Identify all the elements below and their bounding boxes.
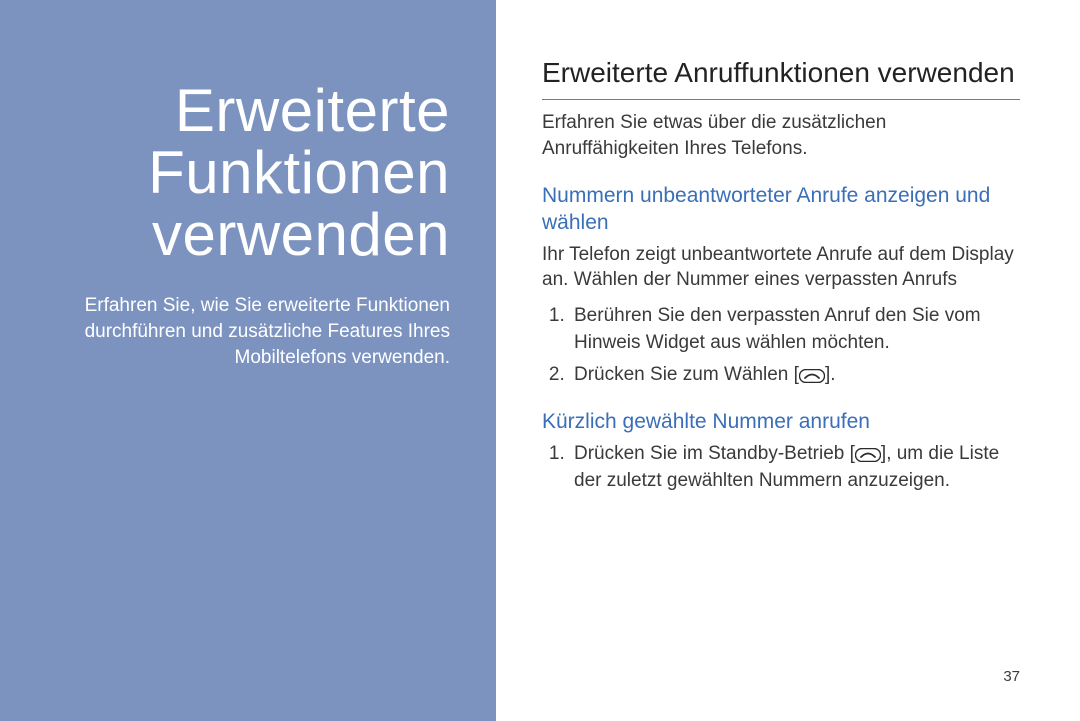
steps-list-recent-dialed: Drücken Sie im Standby-Betrieb [], um di…: [542, 441, 1020, 494]
step-item: Drücken Sie im Standby-Betrieb [], um di…: [570, 441, 1020, 494]
subsection-body: Ihr Telefon zeigt unbeantwortete Anrufe …: [542, 242, 1020, 293]
step-item: Drücken Sie zum Wählen [].: [570, 362, 1020, 389]
chapter-description: Erfahren Sie, wie Sie erweiterte Funktio…: [0, 293, 450, 370]
call-button-icon: [855, 448, 881, 462]
page-number: 37: [1003, 668, 1020, 685]
step-text-prefix: Drücken Sie im Standby-Betrieb: [574, 443, 844, 464]
step-item: Berühren Sie den verpassten Anruf den Si…: [570, 303, 1020, 356]
section-intro: Erfahren Sie etwas über die zusätzlichen…: [542, 110, 1020, 161]
steps-list-missed-calls: Berühren Sie den verpassten Anruf den Si…: [542, 303, 1020, 389]
subsection-heading-recent-dialed: Kürzlich gewählte Nummer anrufen: [542, 409, 1020, 435]
call-button-icon: [799, 369, 825, 383]
chapter-title-line: verwenden: [152, 201, 450, 268]
chapter-title-line: Funktionen: [148, 139, 450, 206]
manual-page: Erweiterte Funktionen verwenden Erfahren…: [0, 0, 1080, 721]
chapter-title: Erweiterte Funktionen verwenden: [0, 80, 450, 265]
chapter-title-panel: Erweiterte Funktionen verwenden Erfahren…: [0, 0, 496, 721]
subsection-heading-missed-calls: Nummern unbeantworteter Anrufe anzeigen …: [542, 183, 1020, 236]
step-suffix: .: [830, 364, 835, 385]
step-text: Drücken Sie zum Wählen: [574, 364, 788, 385]
content-panel: Erweiterte Anruffunktionen verwenden Erf…: [496, 0, 1080, 721]
chapter-title-line: Erweiterte: [175, 77, 450, 144]
step-text: Berühren Sie den verpassten Anruf den Si…: [574, 305, 981, 353]
section-heading: Erweiterte Anruffunktionen verwenden: [542, 56, 1020, 100]
